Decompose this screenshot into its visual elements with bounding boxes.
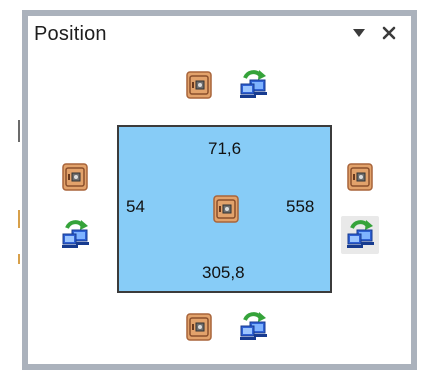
align-left-button[interactable] <box>56 158 94 196</box>
stretch-right-button[interactable] <box>341 216 379 254</box>
align-bottom-button[interactable] <box>180 308 218 346</box>
network-computers-icon <box>240 312 267 340</box>
right-value[interactable]: 558 <box>286 197 314 217</box>
network-computers-icon <box>240 70 267 98</box>
network-computers-icon <box>62 220 89 248</box>
panel-close-button[interactable] <box>378 21 400 45</box>
network-computers-icon <box>347 220 374 248</box>
panel-menu-button[interactable] <box>348 21 370 45</box>
stretch-left-button[interactable] <box>56 216 94 254</box>
bottom-value[interactable]: 305,8 <box>202 263 245 283</box>
left-value[interactable]: 54 <box>126 197 145 217</box>
edge-mark <box>18 254 20 264</box>
safe-icon <box>62 163 88 191</box>
stretch-bottom-button[interactable] <box>234 308 272 346</box>
panel-titlebar: Position <box>28 16 411 52</box>
panel-title: Position <box>34 23 107 45</box>
safe-icon <box>186 71 212 99</box>
top-value[interactable]: 71,6 <box>208 139 241 159</box>
align-top-button[interactable] <box>180 66 218 104</box>
close-icon <box>382 26 396 40</box>
edge-mark <box>18 120 20 142</box>
position-panel: Position 71,6 54 558 305,8 <box>22 10 417 370</box>
edge-mark <box>18 210 20 228</box>
align-center-button[interactable] <box>207 190 245 228</box>
position-rectangle[interactable]: 71,6 54 558 305,8 <box>117 125 332 293</box>
safe-icon <box>213 195 239 223</box>
page: Position 71,6 54 558 305,8 <box>0 0 421 374</box>
position-editor: 71,6 54 558 305,8 <box>28 52 411 364</box>
dropdown-triangle-icon <box>353 29 365 37</box>
align-right-button[interactable] <box>341 158 379 196</box>
safe-icon <box>347 163 373 191</box>
safe-icon <box>186 313 212 341</box>
left-edge-strip <box>0 0 22 374</box>
stretch-top-button[interactable] <box>234 66 272 104</box>
